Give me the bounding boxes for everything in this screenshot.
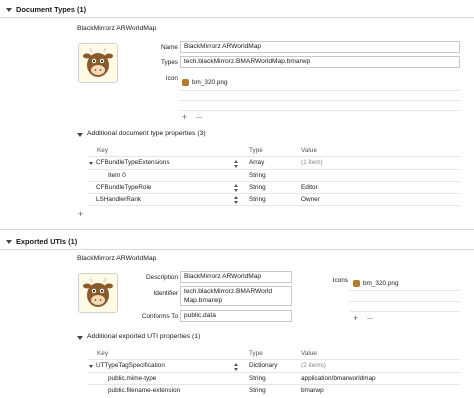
identifier-label: Identifier (153, 290, 178, 297)
table-row-type[interactable]: Dictionary (249, 362, 277, 369)
uti-image[interactable] (78, 273, 118, 313)
disclosure-triangle-icon[interactable] (6, 240, 12, 244)
table-row-divider (88, 181, 460, 182)
document-type-image[interactable] (78, 43, 118, 83)
table-row-type[interactable]: String (249, 375, 266, 382)
table-row-divider (88, 193, 460, 194)
icons-file-name[interactable]: bm_320.png (363, 280, 399, 287)
table-row-key[interactable]: public.mime-type (108, 375, 156, 382)
type-stepper-icon[interactable] (234, 184, 239, 192)
type-stepper-icon[interactable] (234, 196, 239, 204)
table-row-type[interactable]: String (249, 172, 266, 179)
divider (0, 17, 474, 18)
table-row-value[interactable]: (1 item) (301, 159, 323, 166)
icons-list-divider (350, 290, 460, 291)
table-row-key[interactable]: public.filename-extension (108, 387, 180, 394)
type-stepper-icon[interactable] (234, 363, 239, 371)
identifier-field[interactable]: tech.blackMirrorz.BMARWorld Map.bmarwp (180, 286, 292, 306)
table-row-type[interactable]: String (249, 184, 266, 191)
column-header-type[interactable]: Type (249, 350, 263, 357)
exported-utis-header[interactable]: Exported UTIs (1) (16, 237, 77, 246)
conforms-to-label: Conforms To (141, 313, 178, 320)
table-row-value[interactable]: Owner (301, 196, 320, 203)
table-row-value[interactable]: Editor (301, 184, 318, 191)
table-row-type[interactable]: Array (249, 159, 264, 166)
name-field[interactable]: BlackMirrorz ARWorldMap (180, 41, 460, 53)
table-row-key[interactable]: Item 0 (108, 172, 126, 179)
conforms-to-field[interactable]: public.data (180, 310, 292, 322)
add-icon-button[interactable]: + (182, 112, 187, 122)
type-stepper-icon[interactable] (234, 160, 239, 168)
exported-uti-title: BlackMirrorz ARWorldMap (77, 255, 157, 262)
identifier-line-1: tech.blackMirrorz.BMARWorld (184, 288, 273, 295)
table-row-divider (88, 169, 460, 170)
row-disclosure-triangle-icon[interactable] (89, 162, 93, 165)
disclosure-triangle-icon[interactable] (77, 336, 83, 340)
table-row-key[interactable]: LSHandlerRank (96, 196, 141, 203)
table-header-divider (88, 156, 460, 157)
divider (0, 249, 474, 250)
table-row-key[interactable]: UTTypeTagSpecification (96, 362, 165, 369)
table-row-type[interactable]: String (249, 196, 266, 203)
name-label: Name (160, 44, 178, 51)
column-header-value[interactable]: Value (301, 147, 317, 154)
description-label: Description (146, 274, 178, 281)
add-uti-icon-button[interactable]: + (353, 313, 358, 323)
column-header-key[interactable]: Key (97, 147, 108, 154)
column-header-type[interactable]: Type (249, 147, 263, 154)
disclosure-triangle-icon[interactable] (77, 133, 83, 137)
remove-uti-icon-button[interactable]: — (367, 316, 373, 322)
icon-label: Icon (165, 75, 178, 82)
divider (0, 229, 474, 230)
document-types-header[interactable]: Document Types (1) (16, 5, 86, 14)
additional-uti-properties-title[interactable]: Additional exported UTI properties (1) (87, 333, 200, 340)
table-row-value[interactable]: application/bmarworldmap (301, 375, 376, 382)
icon-list-divider (180, 100, 460, 101)
disclosure-triangle-icon[interactable] (6, 8, 12, 12)
icons-list-divider (350, 301, 460, 302)
cow-mascot-icon (83, 47, 113, 77)
icon-list-divider (180, 90, 460, 91)
row-disclosure-triangle-icon[interactable] (89, 365, 93, 368)
table-row-key[interactable]: CFBundleTypeRole (96, 184, 151, 191)
cow-thumbnail-icon (182, 79, 189, 86)
remove-icon-button[interactable]: — (196, 115, 202, 121)
icons-label: Icons (332, 277, 348, 284)
table-row-value[interactable]: (2 items) (301, 362, 326, 369)
types-label: Types (160, 59, 178, 66)
icon-file-name[interactable]: bm_320.png (192, 79, 228, 86)
table-row-divider (88, 205, 460, 206)
additional-doc-properties-title[interactable]: Additional document type properties (3) (87, 130, 206, 137)
cow-mascot-icon (83, 277, 113, 307)
identifier-line-2: Map.bmarwp (184, 296, 223, 304)
document-type-title: BlackMirrorz ARWorldMap (77, 25, 157, 32)
cow-thumbnail-icon (353, 280, 360, 287)
column-header-key[interactable]: Key (97, 350, 108, 357)
description-field[interactable]: BlackMirrorz ARWorldMap (180, 271, 292, 283)
icon-list-divider (180, 110, 460, 111)
types-field[interactable]: tech.blackMirrorz.BMARWorldMap.bmarwp (180, 56, 460, 68)
add-doc-property-button[interactable]: + (78, 209, 83, 219)
table-row-key[interactable]: CFBundleTypeExtensions (96, 159, 170, 166)
table-header-divider (88, 359, 460, 360)
table-row-divider (88, 384, 460, 385)
column-header-value[interactable]: Value (301, 350, 317, 357)
icons-list-divider (350, 311, 460, 312)
table-row-divider (88, 372, 460, 373)
table-row-type[interactable]: String (249, 387, 266, 394)
table-row-value[interactable]: bmarwp (301, 387, 324, 394)
